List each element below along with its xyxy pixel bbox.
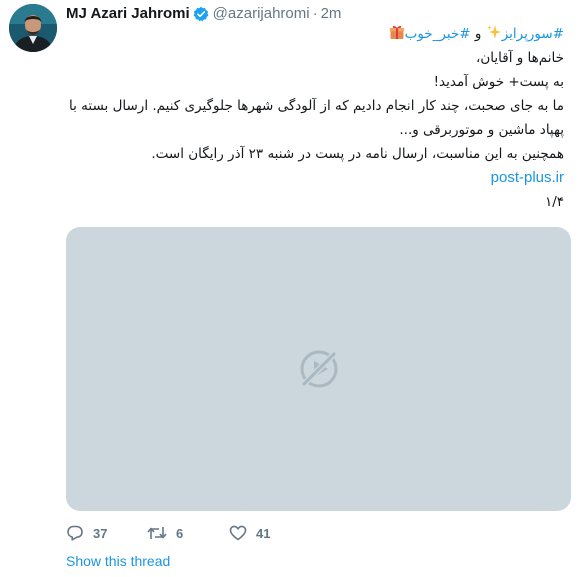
author-name[interactable]: MJ Azari Jahromi — [66, 4, 190, 24]
post-plus-link[interactable]: post-plus.ir — [491, 169, 564, 186]
avatar-photo — [9, 4, 57, 52]
text-line-2: خانم‌ها و آقایان، — [476, 50, 564, 66]
reply-button[interactable]: 37 — [66, 524, 147, 542]
tweet-actions: 37 6 41 — [66, 524, 270, 542]
reply-icon — [67, 525, 83, 541]
hashtag-surprise[interactable]: #سورپرایز — [502, 26, 564, 42]
text-line-5: پهپاد ماشین و موتوربرقی و... — [399, 122, 564, 138]
gift-icon — [389, 24, 405, 40]
avatar[interactable] — [9, 4, 57, 52]
video-unavailable-icon — [298, 348, 340, 390]
retweet-count: 6 — [176, 525, 184, 541]
hashtags-line: #سورپرایز و #خبر_خوب — [66, 22, 564, 46]
like-count: 41 — [256, 525, 271, 541]
reply-count: 37 — [93, 525, 108, 541]
tweet-header: MJ Azari Jahromi @azarijahromi · 2m — [66, 4, 341, 24]
separator-dot: · — [312, 5, 318, 22]
text-line-6: همچنین به این مناسبت، ارسال نامه در پست … — [151, 146, 564, 162]
tweet[interactable]: MJ Azari Jahromi @azarijahromi · 2m #سور… — [0, 0, 581, 577]
show-thread-link[interactable]: Show this thread — [66, 553, 170, 569]
like-button[interactable]: 41 — [229, 524, 270, 542]
retweet-icon — [147, 527, 167, 539]
text-line-3: به پست+ خوش آمدید! — [433, 74, 564, 90]
hashtag-good-news[interactable]: #خبر_خوب — [405, 26, 471, 42]
author-handle[interactable]: @azarijahromi — [213, 4, 310, 24]
thread-index: ۱/۴ — [544, 194, 564, 210]
retweet-button[interactable]: 6 — [147, 524, 229, 542]
text-line-4: ما به جای صحبت، چند کار انجام دادیم که ا… — [69, 98, 564, 114]
heart-icon — [229, 525, 247, 541]
link-line: post-plus.ir — [66, 166, 564, 190]
timestamp[interactable]: 2m — [321, 4, 342, 24]
conjunction-text: و — [474, 26, 482, 42]
verified-badge-icon — [193, 6, 209, 22]
sparkles-icon — [486, 24, 502, 40]
tweet-text: #سورپرایز و #خبر_خوب خانم‌ها و آقایان، ب… — [66, 22, 564, 214]
